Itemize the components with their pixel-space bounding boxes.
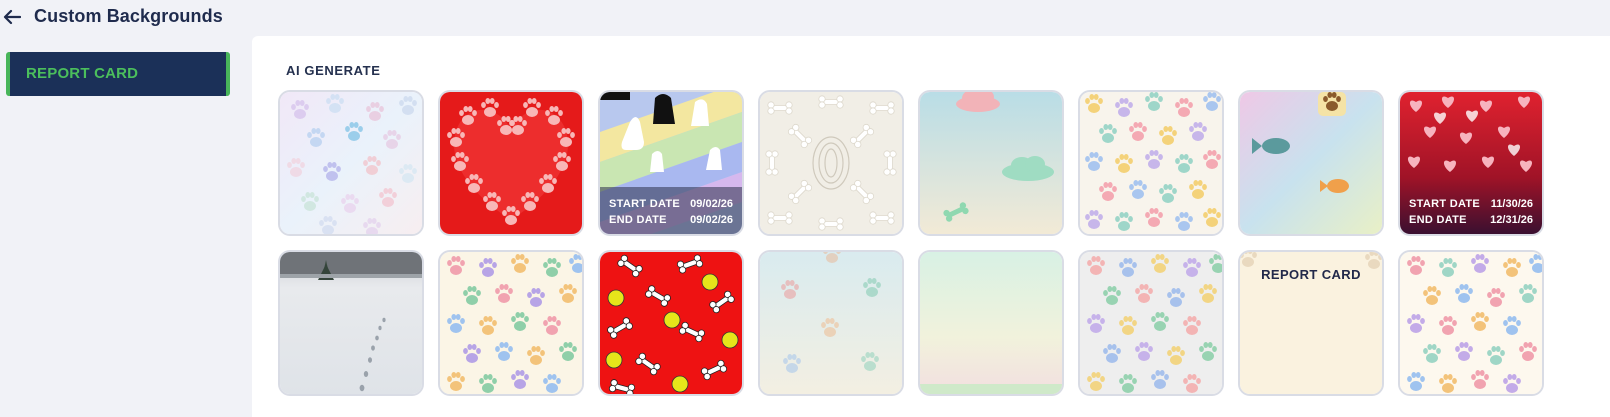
- start-date-value: 09/02/26: [690, 198, 733, 210]
- tile-image: [1080, 92, 1222, 234]
- background-tile-mint-gradient[interactable]: [918, 250, 1064, 396]
- end-date-label: END DATE: [609, 214, 667, 226]
- background-tile-sky-clouds[interactable]: [918, 90, 1064, 236]
- start-date-label: START DATE: [1409, 198, 1481, 210]
- main-panel: AI GENERATE START DATE 09/02/26 END DATE…: [252, 36, 1610, 417]
- background-tile-red-bones-balls[interactable]: [598, 250, 744, 396]
- sidebar-item-report-card[interactable]: REPORT CARD: [6, 52, 230, 96]
- tile-image: [440, 252, 582, 394]
- tile-image: [280, 252, 422, 394]
- header: Custom Backgrounds: [0, 0, 1610, 36]
- background-tile-red-paw-heart[interactable]: [438, 90, 584, 236]
- tile-image: [760, 92, 902, 234]
- background-tile-report-card-cream[interactable]: REPORT CARD: [1238, 250, 1384, 396]
- tile-image: [1240, 92, 1382, 234]
- background-tile-cats-paws[interactable]: [1398, 250, 1544, 396]
- tile-image: [440, 92, 582, 234]
- background-tile-snow-tracks[interactable]: [278, 250, 424, 396]
- background-tile-pastel-paws[interactable]: [278, 90, 424, 236]
- background-tile-hearts-valentine[interactable]: START DATE 11/30/26 END DATE 12/31/26: [1398, 90, 1544, 236]
- background-tile-bones-pattern[interactable]: [758, 90, 904, 236]
- start-date-label: START DATE: [609, 198, 681, 210]
- tile-image: [600, 252, 742, 394]
- background-tile-cream-paws[interactable]: [438, 250, 584, 396]
- arrow-left-icon: [3, 9, 21, 25]
- schedule-dates: START DATE 09/02/26 END DATE 09/02/26: [609, 196, 733, 228]
- tile-image: [280, 92, 422, 234]
- end-date-value: 09/02/26: [690, 214, 733, 226]
- background-tile-grey-paws[interactable]: [1078, 250, 1224, 396]
- sidebar: REPORT CARD: [0, 36, 252, 417]
- background-tile-fish-pastel[interactable]: [1238, 90, 1384, 236]
- report-card-title: REPORT CARD: [1261, 267, 1361, 282]
- page-title: Custom Backgrounds: [34, 6, 223, 26]
- back-button[interactable]: [3, 4, 25, 30]
- background-tile-pet-silhouettes[interactable]: START DATE 09/02/26 END DATE 09/02/26: [598, 90, 744, 236]
- tile-image: [920, 252, 1062, 394]
- tile-image: [760, 252, 902, 394]
- start-date-value: 11/30/26: [1490, 198, 1533, 210]
- end-date-value: 12/31/26: [1490, 214, 1533, 226]
- tile-image: [920, 92, 1062, 234]
- tile-image: [1080, 252, 1222, 394]
- schedule-dates: START DATE 11/30/26 END DATE 12/31/26: [1409, 196, 1533, 228]
- section-label: AI GENERATE: [286, 63, 381, 78]
- background-tile-faded-paws[interactable]: [758, 250, 904, 396]
- tile-image: [1400, 252, 1542, 394]
- background-tile-rainbow-paws[interactable]: [1078, 90, 1224, 236]
- end-date-label: END DATE: [1409, 214, 1467, 226]
- sidebar-item-label: REPORT CARD: [26, 65, 139, 82]
